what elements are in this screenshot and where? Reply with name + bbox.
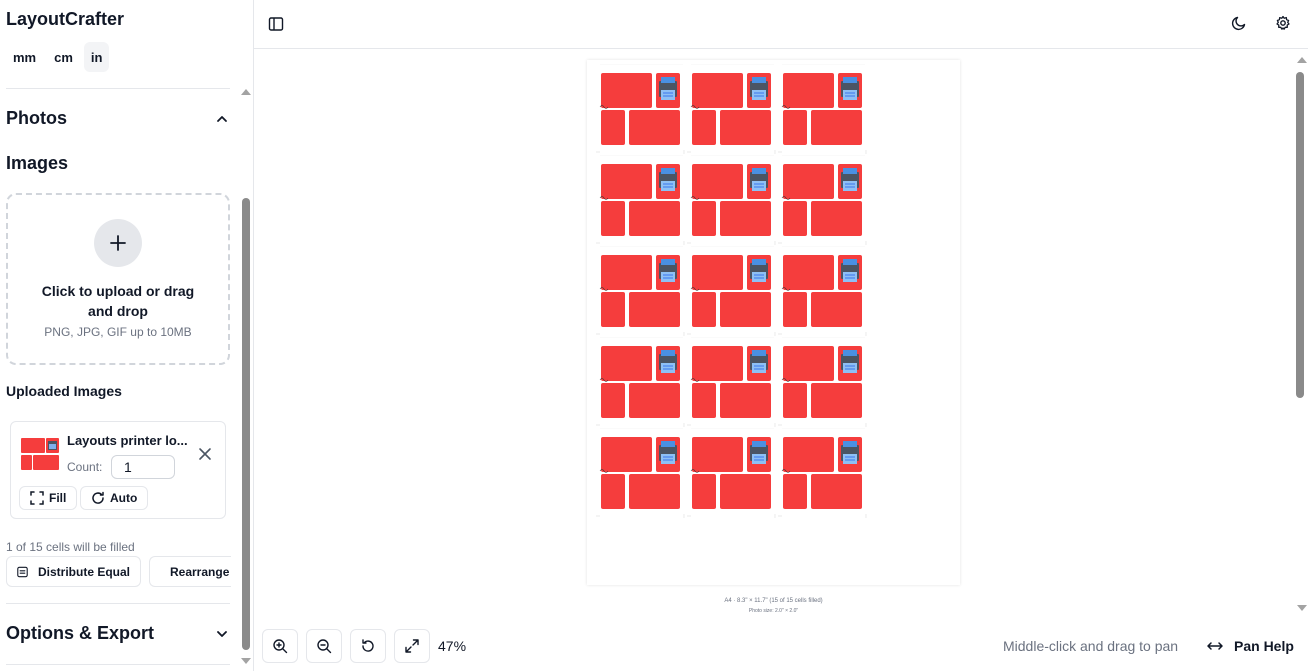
bottom-toolbar: 47% Middle-click and drag to pan Pan Hel… bbox=[254, 622, 1308, 671]
canvas-scroll-down-arrow[interactable] bbox=[1297, 605, 1307, 611]
distribute-icon bbox=[17, 566, 28, 577]
toggle-sidebar-button[interactable] bbox=[264, 12, 288, 36]
dropzone-sub-text: PNG, JPG, GIF up to 10MB bbox=[44, 325, 192, 339]
canvas-area[interactable]: A4 · 8.3" × 11.7" (15 of 15 cells filled… bbox=[254, 50, 1294, 622]
photo-cell[interactable] bbox=[687, 155, 778, 246]
photo-cell[interactable] bbox=[778, 428, 869, 519]
cells-fill-note: 1 of 15 cells will be filled bbox=[6, 540, 135, 554]
sidebar-scrollbar-thumb[interactable] bbox=[242, 198, 250, 650]
reset-zoom-button[interactable] bbox=[350, 629, 386, 663]
photo-cell[interactable] bbox=[778, 64, 869, 155]
dropzone-main-text: Click to upload or drag and drop bbox=[41, 283, 195, 319]
photo-cell[interactable] bbox=[596, 428, 687, 519]
rearrange-button[interactable]: Rearrange bbox=[149, 556, 231, 587]
divider bbox=[6, 88, 230, 89]
rotate-ccw-icon bbox=[362, 639, 374, 652]
image-file-name: Layouts printer lo... bbox=[67, 433, 188, 448]
divider bbox=[6, 664, 230, 665]
gear-icon bbox=[1276, 15, 1290, 30]
chevron-down-icon bbox=[217, 630, 227, 637]
uploaded-images-heading: Uploaded Images bbox=[6, 383, 122, 399]
options-export-section-toggle[interactable]: Options & Export bbox=[6, 623, 230, 644]
auto-button-label: Auto bbox=[110, 491, 138, 505]
plus-icon bbox=[94, 219, 142, 267]
zoom-in-icon bbox=[273, 639, 288, 654]
unit-in-button[interactable]: in bbox=[83, 42, 110, 72]
photo-cell[interactable] bbox=[778, 155, 869, 246]
layout-page bbox=[587, 60, 960, 585]
uploaded-image-card: Layouts printer lo... Count: Fill Auto bbox=[10, 421, 226, 519]
photos-section-label: Photos bbox=[6, 108, 67, 128]
photos-section-toggle[interactable]: Photos bbox=[6, 108, 230, 129]
unit-mm-button[interactable]: mm bbox=[6, 42, 43, 72]
chevron-up-icon bbox=[217, 115, 227, 122]
zoom-level: 47% bbox=[438, 638, 467, 654]
images-heading: Images bbox=[6, 153, 69, 173]
zoom-out-button[interactable] bbox=[306, 629, 342, 663]
sidebar-scroll-down-arrow[interactable] bbox=[241, 658, 251, 664]
rearrange-label: Rearrange bbox=[170, 564, 230, 579]
dark-mode-button[interactable] bbox=[1227, 11, 1251, 35]
pan-hint-text: Middle-click and drag to pan bbox=[1003, 638, 1179, 654]
pan-help-label: Pan Help bbox=[1234, 638, 1294, 654]
photo-cell[interactable] bbox=[687, 337, 778, 428]
zoom-out-icon bbox=[317, 639, 332, 654]
photo-cell[interactable] bbox=[596, 155, 687, 246]
options-export-label: Options & Export bbox=[6, 623, 154, 643]
distribute-equal-button[interactable]: Distribute Equal bbox=[6, 556, 141, 587]
photo-cell[interactable] bbox=[687, 428, 778, 519]
photo-cell[interactable] bbox=[778, 337, 869, 428]
photo-size-caption: Photo size: 2.0" × 2.0" bbox=[748, 608, 799, 614]
maximize-icon bbox=[405, 639, 419, 653]
app-title: LayoutCrafter bbox=[6, 9, 125, 29]
canvas-scrollbar-thumb[interactable] bbox=[1296, 72, 1304, 398]
moon-icon bbox=[1231, 16, 1246, 31]
upload-dropzone[interactable]: Click to upload or drag and drop PNG, JP… bbox=[6, 193, 230, 365]
zoom-in-button[interactable] bbox=[262, 629, 298, 663]
page-info-caption: A4 · 8.3" × 11.7" (15 of 15 cells filled… bbox=[724, 598, 823, 604]
photo-cell[interactable] bbox=[687, 64, 778, 155]
unit-cm-button[interactable]: cm bbox=[47, 42, 80, 72]
app-root: LayoutCrafter mm cm in Photos Images Cli… bbox=[0, 0, 1308, 671]
canvas-scroll-up-arrow[interactable] bbox=[1297, 57, 1307, 63]
photo-cell[interactable] bbox=[596, 64, 687, 155]
auto-button[interactable]: Auto bbox=[80, 486, 149, 510]
photo-cell[interactable] bbox=[596, 337, 687, 428]
divider bbox=[6, 603, 230, 604]
sidebar-panel-icon bbox=[268, 17, 284, 31]
count-input[interactable] bbox=[111, 455, 175, 479]
fill-button[interactable]: Fill bbox=[19, 486, 78, 510]
unit-switcher: mm cm in bbox=[6, 42, 110, 72]
refresh-icon bbox=[92, 491, 104, 504]
sidebar: LayoutCrafter mm cm in Photos Images Cli… bbox=[0, 0, 254, 671]
fill-button-label: Fill bbox=[49, 491, 67, 505]
distribute-equal-label: Distribute Equal bbox=[37, 564, 130, 579]
photo-cell[interactable] bbox=[778, 246, 869, 337]
close-icon[interactable] bbox=[197, 446, 213, 462]
photo-cell[interactable] bbox=[596, 246, 687, 337]
expand-corners-icon bbox=[30, 491, 44, 505]
pan-help-button[interactable]: Pan Help bbox=[1206, 634, 1294, 658]
horizontal-arrows-icon bbox=[1207, 642, 1223, 650]
image-thumbnail bbox=[21, 438, 59, 470]
sidebar-scroll-up-arrow[interactable] bbox=[241, 89, 251, 95]
count-label: Count: bbox=[67, 460, 103, 474]
fit-to-screen-button[interactable] bbox=[394, 629, 430, 663]
photo-cell[interactable] bbox=[687, 246, 778, 337]
top-bar bbox=[254, 0, 1308, 49]
settings-button[interactable] bbox=[1271, 11, 1295, 35]
